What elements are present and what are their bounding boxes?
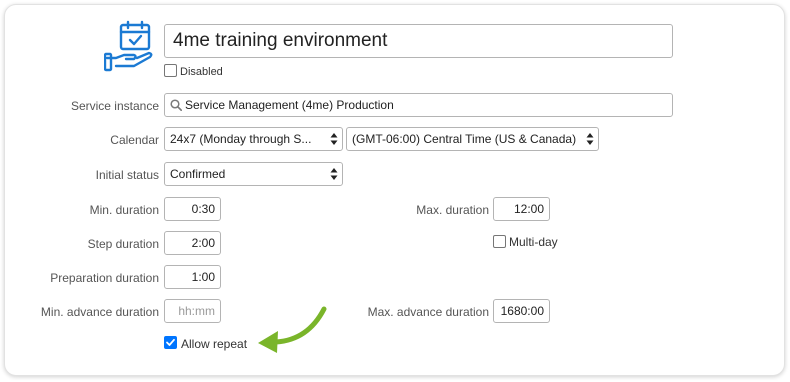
initial-status-select[interactable]: Confirmed — [164, 162, 343, 186]
updown-arrows-icon — [330, 133, 338, 145]
calendar-label: Calendar — [110, 133, 159, 147]
service-instance-label: Service instance — [70, 99, 159, 113]
min-duration-label: Min. duration — [89, 203, 159, 217]
calendar-select-value: 24x7 (Monday through S... — [170, 132, 312, 146]
min-duration-input[interactable]: 0:30 — [164, 197, 221, 221]
preparation-duration-label: Preparation duration — [50, 271, 159, 285]
disabled-label: Disabled — [180, 66, 223, 78]
service-instance-field[interactable]: Service Management (4me) Production — [164, 93, 673, 117]
min-advance-duration-input[interactable]: hh:mm — [164, 299, 221, 323]
allow-repeat-label: Allow repeat — [181, 337, 248, 351]
multi-day-checkbox[interactable] — [493, 235, 506, 248]
allow-repeat-checkbox[interactable] — [164, 336, 177, 349]
checkmark-icon — [166, 338, 175, 346]
title-input[interactable]: 4me training environment — [164, 24, 673, 58]
updown-arrows-icon — [586, 133, 594, 145]
calendar-select[interactable]: 24x7 (Monday through S... — [164, 127, 343, 151]
service-instance-value: Service Management (4me) Production — [185, 98, 394, 112]
step-duration-input[interactable]: 2:00 — [164, 231, 221, 255]
updown-arrows-icon — [330, 168, 338, 180]
max-advance-duration-label: Max. advance duration — [367, 305, 489, 319]
multi-day-label: Multi-day — [509, 235, 558, 249]
initial-status-label: Initial status — [95, 168, 159, 182]
curved-arrow-icon — [258, 306, 327, 353]
min-advance-duration-label: Min. advance duration — [40, 305, 159, 319]
calendar-hand-icon — [104, 20, 153, 72]
timezone-select-value: (GMT-06:00) Central Time (US & Canada) — [352, 132, 577, 146]
timezone-select[interactable]: (GMT-06:00) Central Time (US & Canada) — [346, 127, 599, 151]
search-icon — [170, 99, 182, 111]
max-duration-input[interactable]: 12:00 — [493, 197, 550, 221]
step-duration-label: Step duration — [87, 237, 159, 251]
max-advance-duration-input[interactable]: 1680:00 — [493, 299, 550, 323]
max-duration-label: Max. duration — [416, 203, 489, 217]
initial-status-value: Confirmed — [170, 167, 226, 181]
preparation-duration-input[interactable]: 1:00 — [164, 265, 221, 289]
disabled-checkbox[interactable] — [164, 64, 177, 77]
